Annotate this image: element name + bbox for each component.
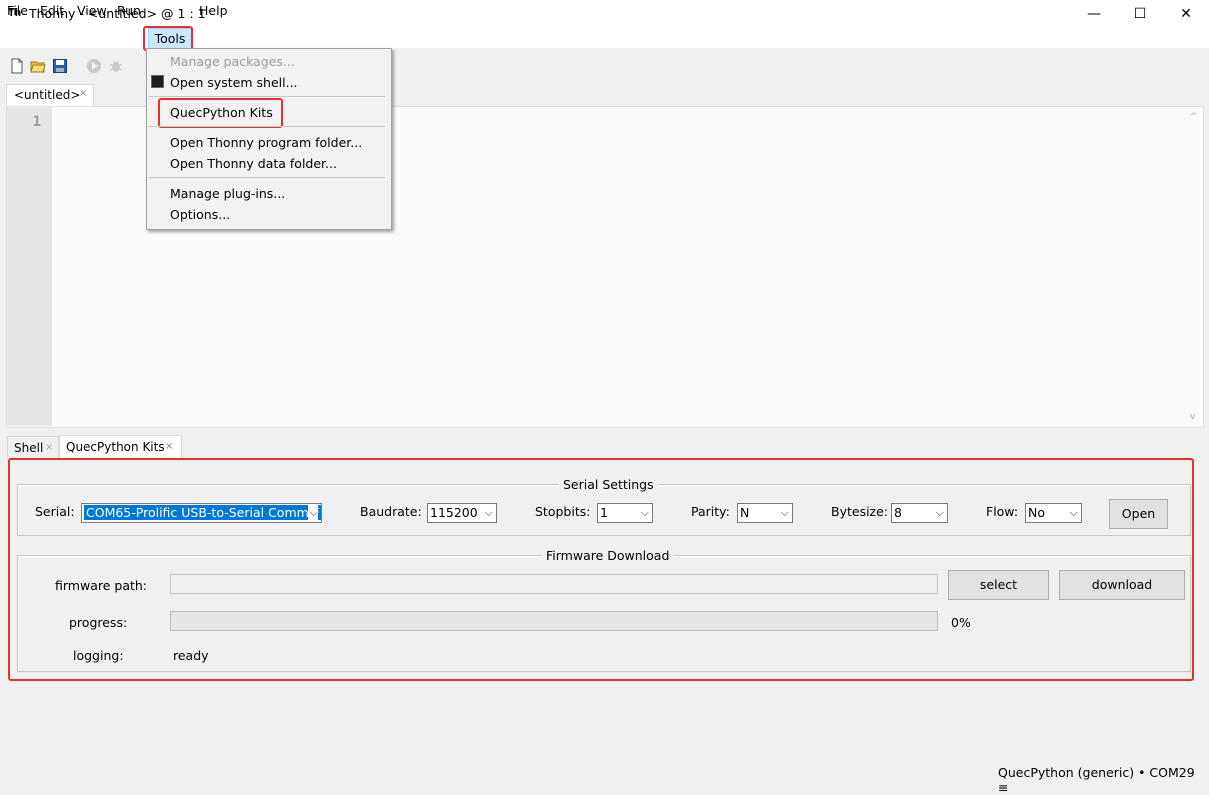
run-icon[interactable] <box>86 58 102 74</box>
menu-separator <box>149 177 385 178</box>
line-number-gutter <box>7 107 52 426</box>
scroll-up-icon[interactable]: ^ <box>1190 112 1198 122</box>
tab-quecpython-kits-close-icon[interactable]: × <box>165 441 173 452</box>
menu-separator <box>149 96 385 97</box>
new-file-icon[interactable] <box>9 58 25 74</box>
line-number: 1 <box>32 114 41 130</box>
menu-separator <box>149 126 385 127</box>
save-icon[interactable] <box>52 58 68 74</box>
menu-file[interactable]: File <box>7 2 28 20</box>
minimize-button[interactable]: — <box>1071 0 1117 28</box>
open-folder-icon[interactable] <box>30 58 46 74</box>
close-window-button[interactable]: ✕ <box>1163 0 1209 28</box>
menu-item-open-system-shell[interactable]: Open system shell... <box>170 75 298 90</box>
scroll-down-icon[interactable]: v <box>1190 412 1195 422</box>
menu-item-options[interactable]: Options... <box>170 207 230 222</box>
tab-shell-close-icon[interactable]: × <box>45 442 53 453</box>
menu-run[interactable]: Run <box>117 2 141 20</box>
editor-tab-label: <untitled> <box>14 88 81 102</box>
quecpython-kits-highlight <box>158 98 283 128</box>
menu-item-open-program-folder[interactable]: Open Thonny program folder... <box>170 135 362 150</box>
menu-item-manage-packages: Manage packages... <box>170 54 295 69</box>
tab-shell-label: Shell <box>14 441 44 455</box>
menu-help[interactable]: Help <box>199 2 228 20</box>
editor-scrollbar[interactable] <box>1188 107 1202 426</box>
editor-tab-close-icon[interactable]: × <box>79 88 87 99</box>
status-bar[interactable]: QuecPython (generic) • COM29 ≡ <box>998 765 1209 795</box>
debug-icon[interactable] <box>108 58 124 74</box>
menu-item-open-data-folder[interactable]: Open Thonny data folder... <box>170 156 337 171</box>
tab-quecpython-kits-label: QuecPython Kits <box>66 440 165 454</box>
menu-item-manage-plugins[interactable]: Manage plug-ins... <box>170 186 285 201</box>
menu-view[interactable]: View <box>77 2 107 20</box>
maximize-button[interactable]: ☐ <box>1117 0 1163 28</box>
kits-panel-highlight <box>8 458 1194 681</box>
menu-edit[interactable]: Edit <box>40 2 64 20</box>
terminal-icon <box>151 75 164 88</box>
